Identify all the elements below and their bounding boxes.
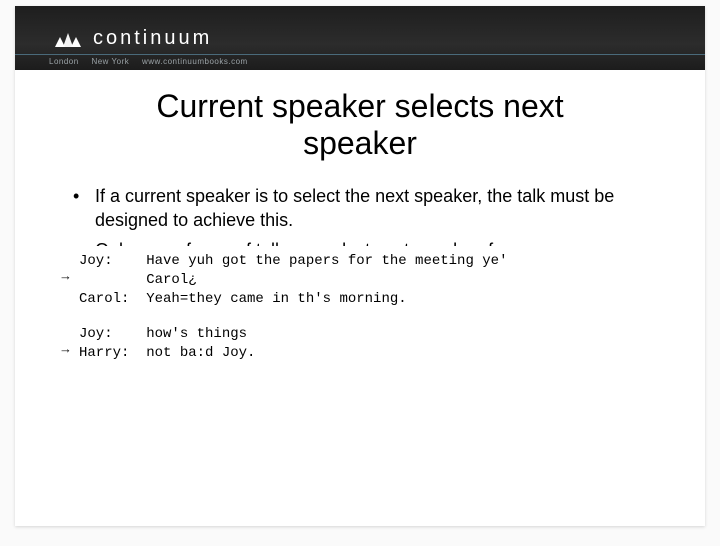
bullet-item: If a current speaker is to select the ne… bbox=[73, 184, 665, 233]
brand-url: www.continuumbooks.com bbox=[142, 57, 248, 66]
header-bar: continuum London New York www.continuumb… bbox=[15, 6, 705, 70]
city-london: London bbox=[49, 57, 79, 66]
city-newyork: New York bbox=[91, 57, 129, 66]
brand-name: continuum bbox=[93, 27, 212, 50]
arrow-icon: → bbox=[59, 252, 79, 283]
transcript-block-2: Joy: how's things Harry: not ba:d Joy. bbox=[79, 325, 255, 363]
header-subtext: London New York www.continuumbooks.com bbox=[49, 57, 258, 66]
slide: continuum London New York www.continuumb… bbox=[15, 6, 705, 526]
continuum-logo-icon bbox=[49, 23, 83, 53]
arrow-icon: → bbox=[59, 325, 79, 356]
slide-content: Current speaker selects next speaker If … bbox=[15, 70, 705, 262]
transcript-overlay: → Joy: Have yuh got the papers for the m… bbox=[53, 246, 668, 376]
transcript-block-1: Joy: Have yuh got the papers for the mee… bbox=[79, 252, 507, 309]
slide-title: Current speaker selects next speaker bbox=[100, 88, 620, 162]
